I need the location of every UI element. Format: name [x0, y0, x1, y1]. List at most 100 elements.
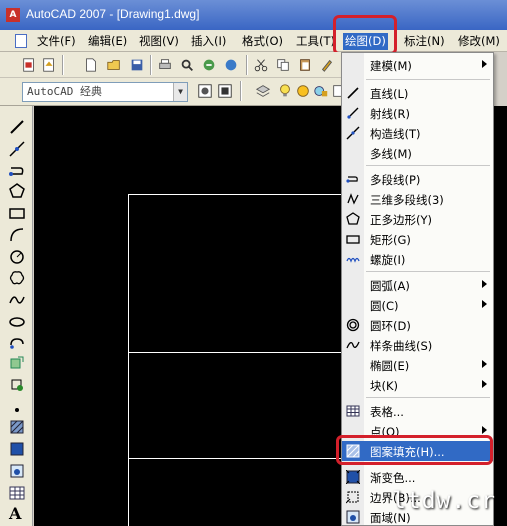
workspace-save-icon[interactable] — [216, 82, 234, 100]
helix-icon — [346, 257, 360, 263]
submenu-arrow-icon — [482, 280, 487, 288]
menu-item-table[interactable]: 表格... — [342, 401, 493, 421]
title-bar: A AutoCAD 2007 - [Drawing1.dwg] — [0, 0, 507, 30]
menu-edit[interactable]: 编辑(E) — [86, 33, 129, 50]
menu-item-gradient[interactable]: 渐变色... — [342, 467, 493, 487]
table-icon — [346, 405, 360, 417]
menu-item-circle[interactable]: 圆(C) — [342, 295, 493, 315]
document-icon[interactable] — [15, 34, 27, 48]
hatch-highlight-annotation — [336, 435, 493, 465]
menu-item-line[interactable]: 直线(L) — [342, 83, 493, 103]
arc-tool-icon[interactable] — [8, 226, 26, 244]
menu-item-construction-line[interactable]: 构造线(T) — [342, 123, 493, 143]
publish-dwf-icon[interactable] — [200, 56, 218, 74]
3d-polyline-icon — [347, 193, 359, 205]
watermark-text: ltdw.cr — [392, 488, 496, 514]
gradient-tool-icon[interactable] — [8, 440, 26, 458]
donut-icon — [346, 318, 360, 332]
menu-item-arc[interactable]: 圆弧(A) — [342, 275, 493, 295]
menu-item-ellipse[interactable]: 椭圆(E) — [342, 355, 493, 375]
spline-tool-icon[interactable] — [8, 291, 26, 309]
menu-item-spline[interactable]: 样条曲线(S) — [342, 335, 493, 355]
region-icon — [346, 510, 360, 524]
chevron-down-icon[interactable]: ▼ — [173, 83, 187, 101]
menu-item-block[interactable]: 块(K) — [342, 375, 493, 395]
print-icon[interactable] — [156, 56, 174, 74]
menu-item-3d-polyline[interactable]: 三维多段线(3) — [342, 189, 493, 209]
circle-tool-icon[interactable] — [8, 248, 26, 266]
menu-highlight-annotation — [333, 15, 397, 55]
insert-block-tool-icon[interactable] — [8, 354, 26, 372]
workspace-select[interactable]: AutoCAD 经典 ▼ — [22, 82, 188, 102]
hatch-tool-icon[interactable] — [8, 418, 26, 436]
menu-dimension[interactable]: 标注(N) — [402, 33, 447, 50]
multiline-text-tool[interactable]: A — [9, 504, 21, 523]
region-tool-icon[interactable] — [8, 462, 26, 480]
open-folder-icon[interactable] — [105, 56, 123, 74]
menu-insert[interactable]: 插入(I) — [189, 33, 228, 50]
layer-on-bulb-icon[interactable] — [276, 82, 294, 100]
layer-freeze-icon[interactable] — [294, 82, 312, 100]
layer-lock-icon[interactable] — [312, 82, 330, 100]
menu-item-rectangle[interactable]: 矩形(G) — [342, 229, 493, 249]
menu-item-donut[interactable]: 圆环(D) — [342, 315, 493, 335]
standard-toolbar — [0, 52, 345, 78]
menu-view[interactable]: 视图(V) — [137, 33, 181, 50]
table-tool-icon[interactable] — [8, 484, 26, 502]
revision-cloud-tool-icon[interactable] — [8, 269, 26, 287]
copy-icon[interactable] — [274, 56, 292, 74]
gradient-icon — [346, 470, 360, 484]
line-tool-icon[interactable] — [8, 118, 26, 136]
submenu-arrow-icon — [482, 300, 487, 308]
match-properties-icon[interactable] — [318, 56, 336, 74]
toolbar-separator — [62, 55, 64, 75]
rectangle-tool-icon[interactable] — [8, 204, 26, 222]
menu-file[interactable]: 文件(F) — [35, 33, 78, 50]
menu-item-helix[interactable]: 螺旋(I) — [342, 249, 493, 269]
ray-icon — [347, 107, 359, 119]
line-icon — [347, 87, 359, 99]
ellipse-arc-tool-icon[interactable] — [8, 334, 26, 352]
save-icon[interactable] — [128, 56, 146, 74]
3d-dwf-icon[interactable] — [222, 56, 240, 74]
menu-separator — [366, 165, 490, 166]
submenu-arrow-icon — [482, 426, 487, 434]
menu-item-multiline[interactable]: 多线(M) — [342, 143, 493, 163]
drawn-line — [128, 194, 129, 526]
drawn-line — [128, 458, 342, 459]
submenu-arrow-icon — [482, 380, 487, 388]
polygon-icon — [346, 212, 360, 225]
menu-item-polygon[interactable]: 正多边形(Y) — [342, 209, 493, 229]
menu-modify[interactable]: 修改(M) — [456, 33, 502, 50]
toolbar-separator — [240, 81, 242, 101]
ellipse-tool-icon[interactable] — [8, 313, 26, 331]
layer-manager-icon[interactable] — [254, 82, 272, 100]
menu-item-polyline[interactable]: 多段线(P) — [342, 169, 493, 189]
new-file-icon[interactable] — [82, 56, 100, 74]
xline-icon — [346, 126, 360, 140]
polygon-tool-icon[interactable] — [8, 182, 26, 200]
polyline-tool-icon[interactable] — [8, 162, 26, 180]
sheet-set-icon[interactable] — [40, 56, 58, 74]
workspace-settings-icon[interactable] — [196, 82, 214, 100]
publish-icon[interactable] — [20, 56, 38, 74]
draw-toolbar: A — [0, 106, 33, 526]
menu-tools[interactable]: 工具(T) — [294, 33, 337, 50]
menu-item-modeling[interactable]: 建模(M) — [342, 55, 493, 75]
autocad-app-icon[interactable]: A — [6, 8, 20, 22]
menu-item-ray[interactable]: 射线(R) — [342, 103, 493, 123]
workspace-select-value: AutoCAD 经典 — [27, 85, 102, 98]
xline-tool-icon[interactable] — [8, 140, 26, 158]
menu-separator — [366, 397, 490, 398]
make-block-tool-icon[interactable] — [8, 376, 26, 394]
drawn-line — [128, 352, 342, 353]
menu-format[interactable]: 格式(O) — [240, 33, 285, 50]
boundary-icon — [346, 491, 359, 504]
point-tool-icon[interactable] — [8, 398, 26, 416]
paste-icon[interactable] — [296, 56, 314, 74]
spline-icon — [346, 341, 360, 349]
toolbar-separator — [150, 55, 152, 75]
drawn-line — [128, 194, 342, 195]
plot-preview-icon[interactable] — [178, 56, 196, 74]
cut-icon[interactable] — [252, 56, 270, 74]
